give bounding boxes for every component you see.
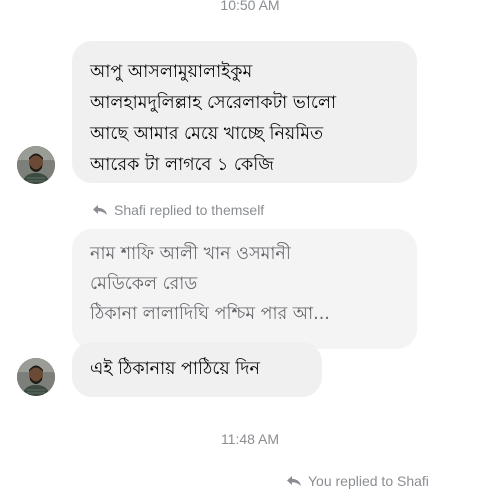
message-bubble-1[interactable]: আপু আসলামুয়ালাইকুম আলহামদুলিল্লাহ সেরেল… [72, 41, 417, 183]
timestamp-middle: 11:48 AM [220, 431, 280, 447]
timestamp-top: 10:50 AM [220, 0, 280, 13]
sender-avatar[interactable] [17, 358, 55, 396]
reply-context-label: Shafi replied to themself [92, 202, 264, 218]
sender-avatar[interactable] [17, 146, 55, 184]
reply-arrow-icon [287, 476, 301, 486]
message-line: আলহামদুলিল্লাহ সেরেলাকটা ভালো [90, 93, 337, 113]
message-line: আপু আসলামুয়ালাইকুম [90, 62, 253, 82]
reply-label-text: Shafi replied to themself [114, 202, 265, 218]
avatar-image [17, 358, 55, 396]
message-bubble-2[interactable]: এই ঠিকানায় পাঠিয়ে দিন [72, 342, 322, 397]
own-reply-label-text: You replied to Shafi [308, 473, 429, 489]
chat-screen: 10:50 AM আপু আসলামুয়ালাইকুম আলহামদুলিল্… [0, 0, 500, 500]
message-line: আরেক টা লাগবে ১ কেজি [90, 155, 274, 175]
quoted-message[interactable]: নাম শাফি আলী খান ওসমানী মেডিকেল রোড ঠিকা… [72, 229, 417, 349]
quoted-line: মেডিকেল রোড [90, 274, 198, 294]
quoted-line: ঠিকানা লালাদিঘি পশ্চিম পার আ... [90, 304, 330, 324]
quoted-line: নাম শাফি আলী খান ওসমানী [90, 244, 291, 264]
own-reply-context-label: You replied to Shafi [286, 473, 429, 489]
reply-arrow-icon [93, 205, 107, 215]
avatar-image [17, 146, 55, 184]
message-line: আছে আমার মেয়ে খাচ্ছে নিয়মিত [90, 124, 324, 144]
